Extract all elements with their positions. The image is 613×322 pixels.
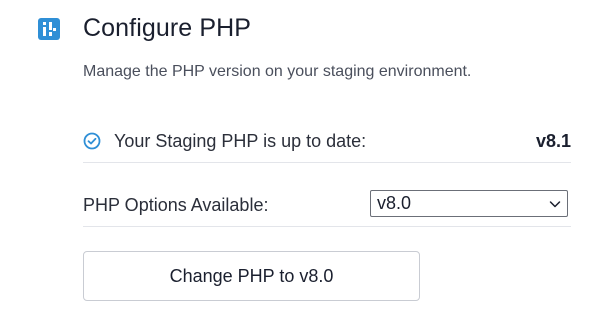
php-version-selected-value: v8.0: [377, 193, 412, 213]
php-version-select[interactable]: v8.0: [370, 190, 568, 217]
php-status-row: Your Staging PHP is up to date: v8.1: [83, 120, 571, 163]
php-config-icon: [38, 17, 60, 40]
php-options-row: PHP Options Available: v8.0: [83, 184, 571, 227]
chevron-down-icon: [549, 201, 561, 208]
php-status-label: Your Staging PHP is up to date:: [114, 130, 367, 151]
page-header: Configure PHP: [38, 14, 251, 43]
page-description: Manage the PHP version on your staging e…: [83, 63, 472, 80]
php-options-label: PHP Options Available:: [83, 194, 269, 215]
check-circle-icon: [83, 132, 101, 150]
change-php-button[interactable]: Change PHP to v8.0: [83, 251, 420, 301]
page-title: Configure PHP: [83, 14, 252, 42]
current-php-version: v8.1: [535, 130, 571, 151]
